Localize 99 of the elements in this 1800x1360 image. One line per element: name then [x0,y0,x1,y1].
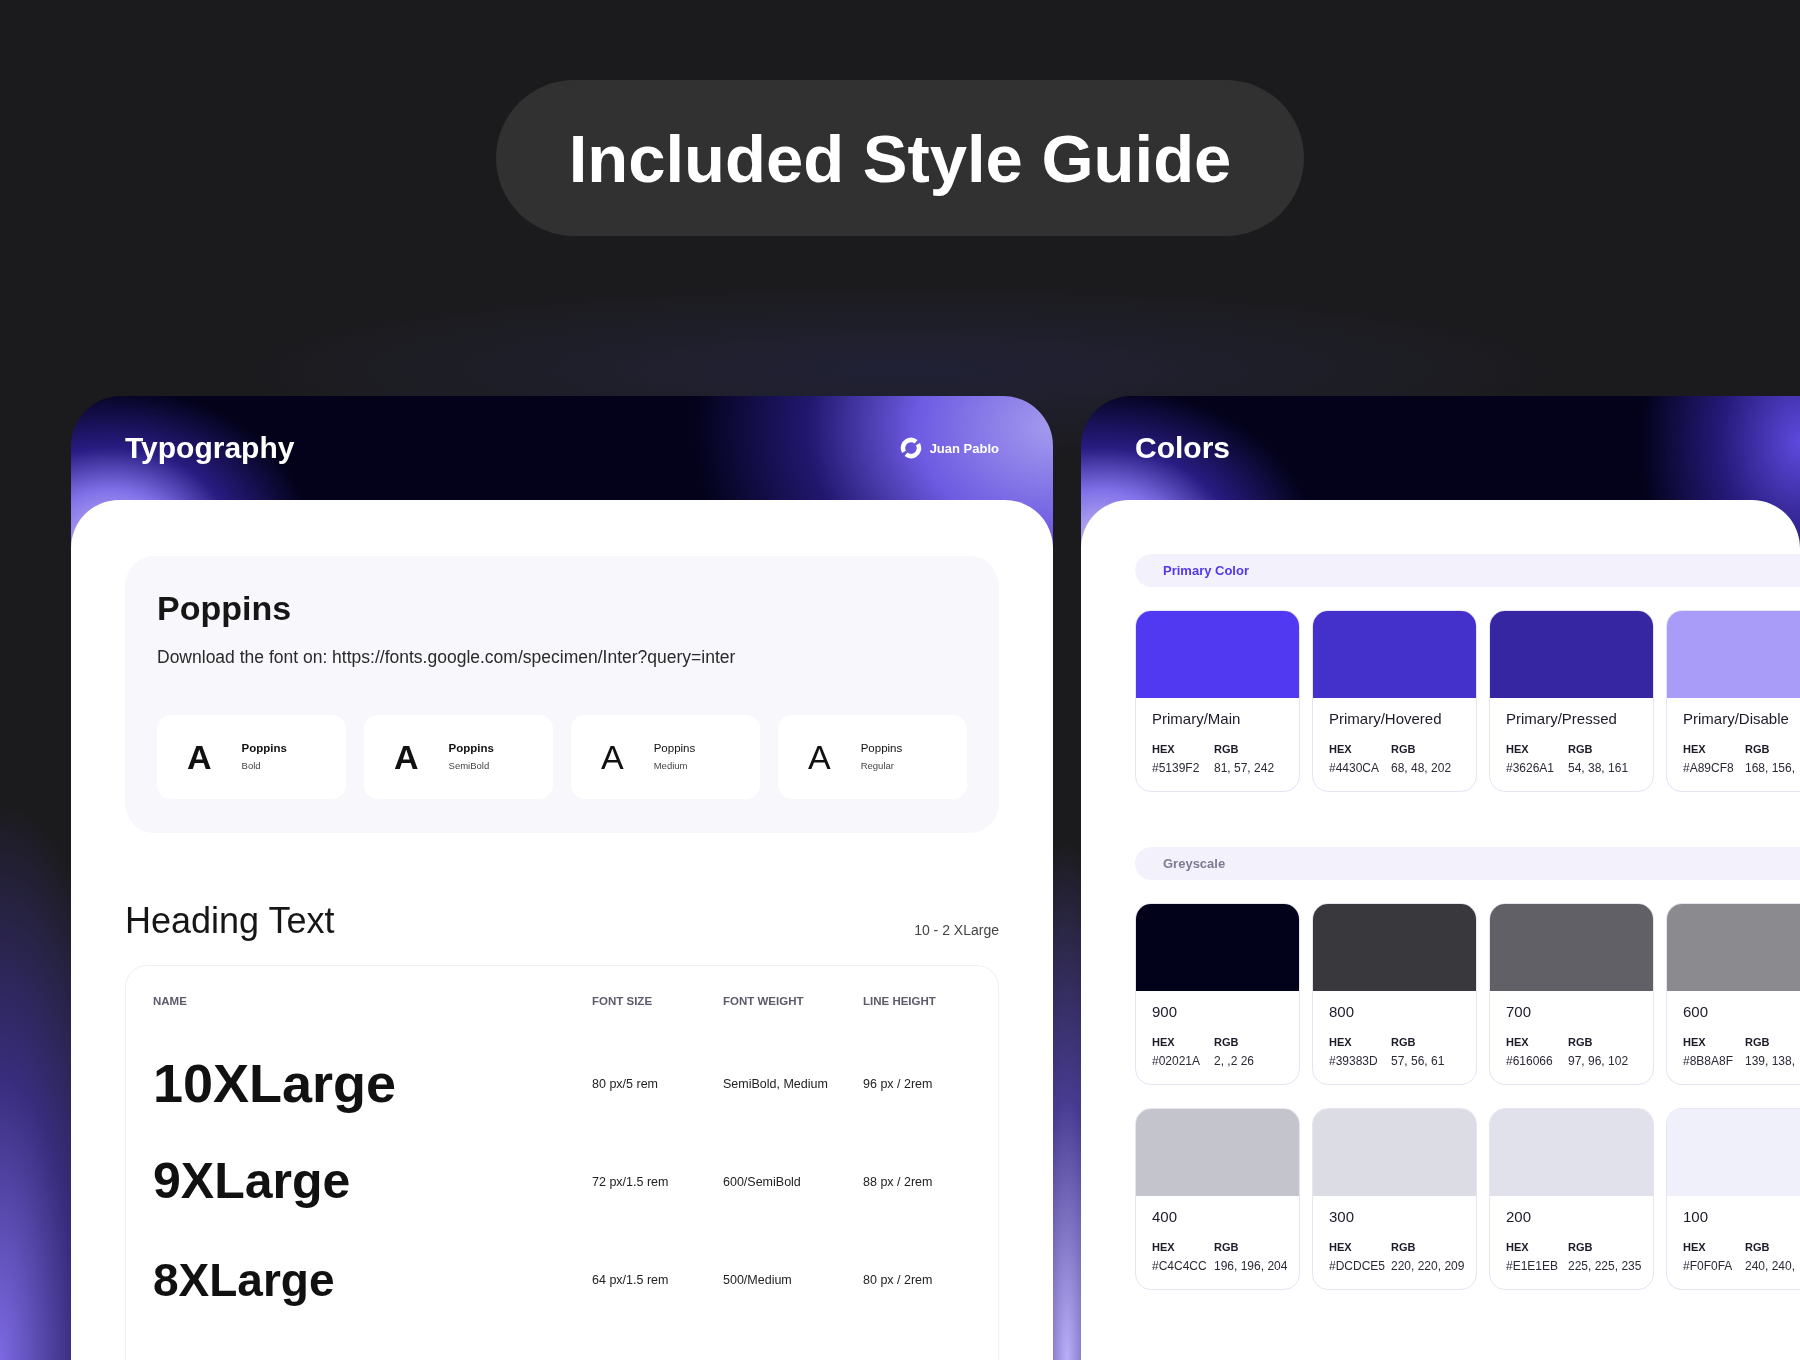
hex-label: HEX [1683,1240,1706,1254]
panel-title: Colors [1135,431,1230,465]
section-heading: Heading Text [125,898,335,942]
rgb-label: RGB [1568,1240,1593,1254]
rgb-value: 54, 38, 161 [1568,761,1629,776]
color-name: 800 [1329,1003,1356,1021]
rgb-value: 2, ,2 26 [1214,1054,1255,1069]
rgb-label: RGB [1214,1035,1239,1049]
color-name: Primary/Disable [1683,710,1790,728]
section-title: Greyscale [1163,856,1226,871]
table-cell: 500/Medium [723,1272,792,1287]
color-name: 100 [1683,1208,1710,1226]
glyph-sample: A [394,739,419,774]
hex-label: HEX [1506,1240,1529,1254]
author-name: Juan Pablo [929,440,999,456]
hex-label: HEX [1152,1240,1175,1254]
table-cell: 96 px / 2rem [863,1076,933,1091]
hex-value: #F0F0FA [1683,1259,1733,1274]
type-sample: 10XLarge [153,1054,397,1114]
scale-range: 10 - 2 XLarge [914,921,999,940]
rgb-value: 168, 156, [1745,761,1796,776]
rgb-label: RGB [1745,1035,1770,1049]
ring-icon [899,437,922,459]
type-sample: 8XLarge [153,1254,335,1306]
font-name: Poppins [157,588,293,629]
type-sample: 9XLarge [153,1154,351,1210]
rgb-label: RGB [1745,742,1770,756]
table-cell: 80 px / 2rem [863,1272,933,1287]
hex-label: HEX [1506,742,1529,756]
table-cell: 600/SemiBold [723,1174,801,1189]
rgb-value: 225, 225, 235 [1568,1259,1642,1274]
hex-value: #02021A [1152,1054,1201,1069]
hex-label: HEX [1329,1035,1352,1049]
font-family-name: Poppins [448,742,494,755]
hex-label: HEX [1152,742,1175,756]
table-cell: 88 px / 2rem [863,1174,933,1189]
section-title: Primary Color [1163,563,1249,578]
rgb-value: 57, 56, 61 [1391,1054,1445,1069]
hex-label: HEX [1152,1035,1175,1049]
hex-value: #5139F2 [1152,761,1200,776]
table-cell: SemiBold, Medium [723,1076,828,1091]
hex-label: HEX [1683,742,1706,756]
color-name: 700 [1506,1003,1533,1021]
rgb-value: 196, 196, 204 [1214,1259,1288,1274]
column-header: LINE HEIGHT [863,994,937,1007]
hex-value: #C4C4CC [1152,1259,1207,1274]
hex-value: #E1E1EB [1506,1259,1559,1274]
panel-title: Typography [125,431,295,465]
glyph-sample: A [808,739,831,774]
rgb-label: RGB [1391,1035,1416,1049]
color-name: Primary/Pressed [1506,710,1618,728]
hex-label: HEX [1329,742,1352,756]
color-name: Primary/Hovered [1329,710,1443,728]
color-name: 400 [1152,1208,1179,1226]
rgb-label: RGB [1391,1240,1416,1254]
column-header: NAME [153,994,188,1007]
hex-label: HEX [1506,1035,1529,1049]
font-family-name: Poppins [860,742,903,755]
rgb-value: 139, 138, [1745,1054,1796,1069]
color-name: Primary/Main [1152,710,1242,728]
column-header: FONT WEIGHT [723,994,805,1007]
font-style-name: Medium [653,760,689,772]
hex-value: #8B8A8F [1683,1054,1734,1069]
rgb-label: RGB [1568,1035,1593,1049]
rgb-label: RGB [1214,1240,1239,1254]
hex-label: HEX [1329,1240,1352,1254]
rgb-value: 220, 220, 209 [1391,1259,1465,1274]
column-header: FONT SIZE [592,994,654,1007]
color-name: 600 [1683,1003,1710,1021]
table-cell: 80 px/5 rem [592,1076,658,1091]
hex-label: HEX [1683,1035,1706,1049]
color-name: 200 [1506,1208,1533,1226]
hex-value: #3626A1 [1506,761,1555,776]
hex-value: #DCDCE5 [1329,1259,1385,1274]
page-title: Included Style Guide [496,80,1304,236]
rgb-value: 240, 240, [1745,1259,1796,1274]
font-family-name: Poppins [653,742,696,755]
rgb-label: RGB [1391,742,1416,756]
rgb-value: 81, 57, 242 [1214,761,1275,776]
glyph-sample: A [601,739,624,774]
rgb-label: RGB [1568,742,1593,756]
rgb-label: RGB [1214,742,1239,756]
hex-value: #4430CA [1329,761,1380,776]
font-style-name: Regular [860,760,895,772]
hex-value: #616066 [1506,1054,1553,1069]
table-cell: 72 px/1.5 rem [592,1174,669,1189]
font-style-name: Bold [241,760,262,772]
font-family-name: Poppins [241,742,287,755]
table-cell: 64 px/1.5 rem [592,1272,669,1287]
download-note: Download the font on: https://fonts.google.com/specimen/Inter?query=inter [157,646,737,669]
glyph-sample: A [187,739,212,774]
font-style-name: SemiBold [448,760,491,772]
rgb-value: 68, 48, 202 [1391,761,1452,776]
rgb-value: 97, 96, 102 [1568,1054,1629,1069]
hex-value: #39383D [1329,1054,1378,1069]
color-name: 900 [1152,1003,1179,1021]
rgb-label: RGB [1745,1240,1770,1254]
color-name: 300 [1329,1208,1356,1226]
hex-value: #A89CF8 [1683,761,1734,776]
